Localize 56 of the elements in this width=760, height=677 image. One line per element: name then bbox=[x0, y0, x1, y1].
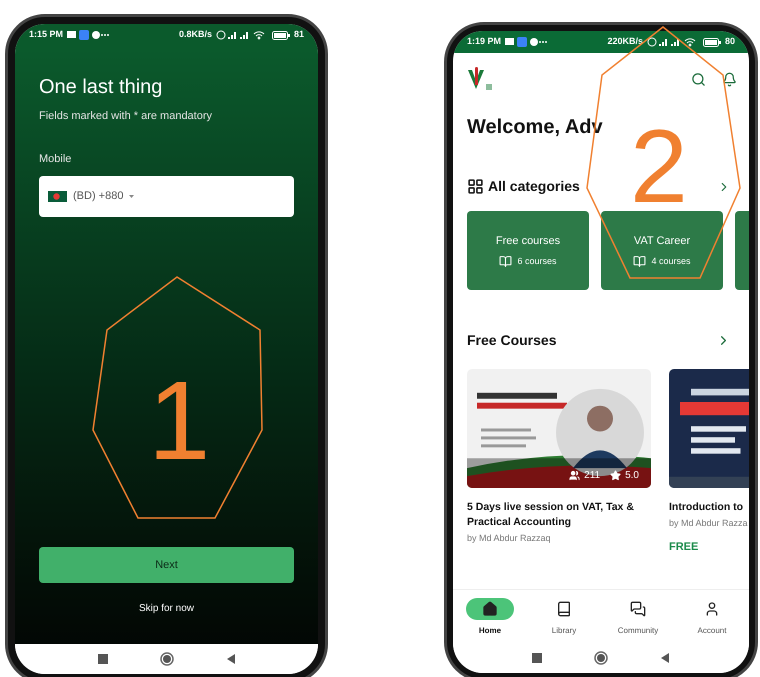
home-icon bbox=[482, 601, 498, 617]
student-count: 211 bbox=[584, 469, 600, 483]
annotation-number: 1 bbox=[148, 365, 210, 477]
course-count: 4 courses bbox=[651, 255, 691, 268]
course-title: 5 Days live session on VAT, Tax & Practical Accounting bbox=[467, 500, 635, 530]
flag-icon bbox=[48, 191, 67, 202]
notification-icons bbox=[505, 37, 550, 47]
category-card[interactable]: Free courses 6 courses bbox=[467, 211, 589, 290]
category-name: Free courses bbox=[496, 234, 560, 248]
back-icon[interactable] bbox=[660, 653, 670, 663]
battery-icon bbox=[702, 38, 721, 46]
recents-icon[interactable] bbox=[98, 654, 108, 664]
field-label: Mobile bbox=[39, 152, 72, 166]
course-rating: 5.0 bbox=[625, 469, 639, 483]
course-author: by Md Abdur Razza bbox=[669, 517, 749, 530]
star-icon bbox=[610, 470, 622, 481]
category-name: VAT Career bbox=[634, 234, 690, 248]
book-icon bbox=[499, 255, 512, 268]
people-icon bbox=[569, 470, 580, 481]
page-subtitle: Fields marked with * are mandatory bbox=[39, 109, 214, 124]
nav-tab[interactable]: Library bbox=[531, 598, 597, 637]
logo-icon bbox=[467, 67, 493, 91]
person-icon bbox=[704, 601, 720, 617]
category-card[interactable]: VAT Career 4 courses bbox=[601, 211, 723, 290]
notification-icons bbox=[67, 30, 112, 40]
skip-link[interactable]: Skip for now bbox=[138, 601, 194, 616]
bell-icon[interactable] bbox=[722, 72, 737, 86]
next-button[interactable]: Next bbox=[39, 547, 294, 583]
mobile-field[interactable]: (BD) +880 bbox=[39, 176, 294, 217]
book-icon bbox=[633, 255, 646, 268]
dropdown-caret-icon bbox=[129, 195, 134, 198]
price-label: FREE bbox=[669, 540, 700, 554]
network-speed: 0.8KB/s bbox=[178, 28, 212, 42]
status-time: 1:15 PM bbox=[29, 28, 64, 42]
chat-icon bbox=[630, 601, 646, 617]
nav-tab[interactable]: Account bbox=[679, 598, 745, 637]
course-count: 6 courses bbox=[517, 255, 557, 268]
grid-icon bbox=[467, 178, 484, 195]
nav-tab[interactable]: Community bbox=[605, 598, 671, 637]
page-title: One last thing bbox=[39, 75, 164, 100]
home-circle-icon[interactable] bbox=[594, 651, 608, 665]
back-icon[interactable] bbox=[226, 654, 236, 664]
network-speed: 220KB/s bbox=[607, 35, 643, 48]
course-title: Introduction to bbox=[669, 500, 744, 515]
battery-level: 81 bbox=[294, 28, 304, 42]
nav-tab[interactable]: Home bbox=[457, 598, 523, 637]
home-circle-icon[interactable] bbox=[160, 652, 174, 666]
status-time: 1:19 PM bbox=[467, 35, 502, 48]
section-heading: Free Courses bbox=[467, 331, 556, 350]
search-icon[interactable] bbox=[691, 72, 706, 86]
country-code[interactable]: (BD) +880 bbox=[73, 188, 124, 205]
battery-icon bbox=[272, 30, 290, 40]
battery-level: 80 bbox=[724, 35, 735, 48]
course-author: by Md Abdur Razzaq bbox=[467, 532, 552, 545]
section-heading: All categories bbox=[488, 177, 580, 196]
book-icon bbox=[556, 601, 572, 617]
